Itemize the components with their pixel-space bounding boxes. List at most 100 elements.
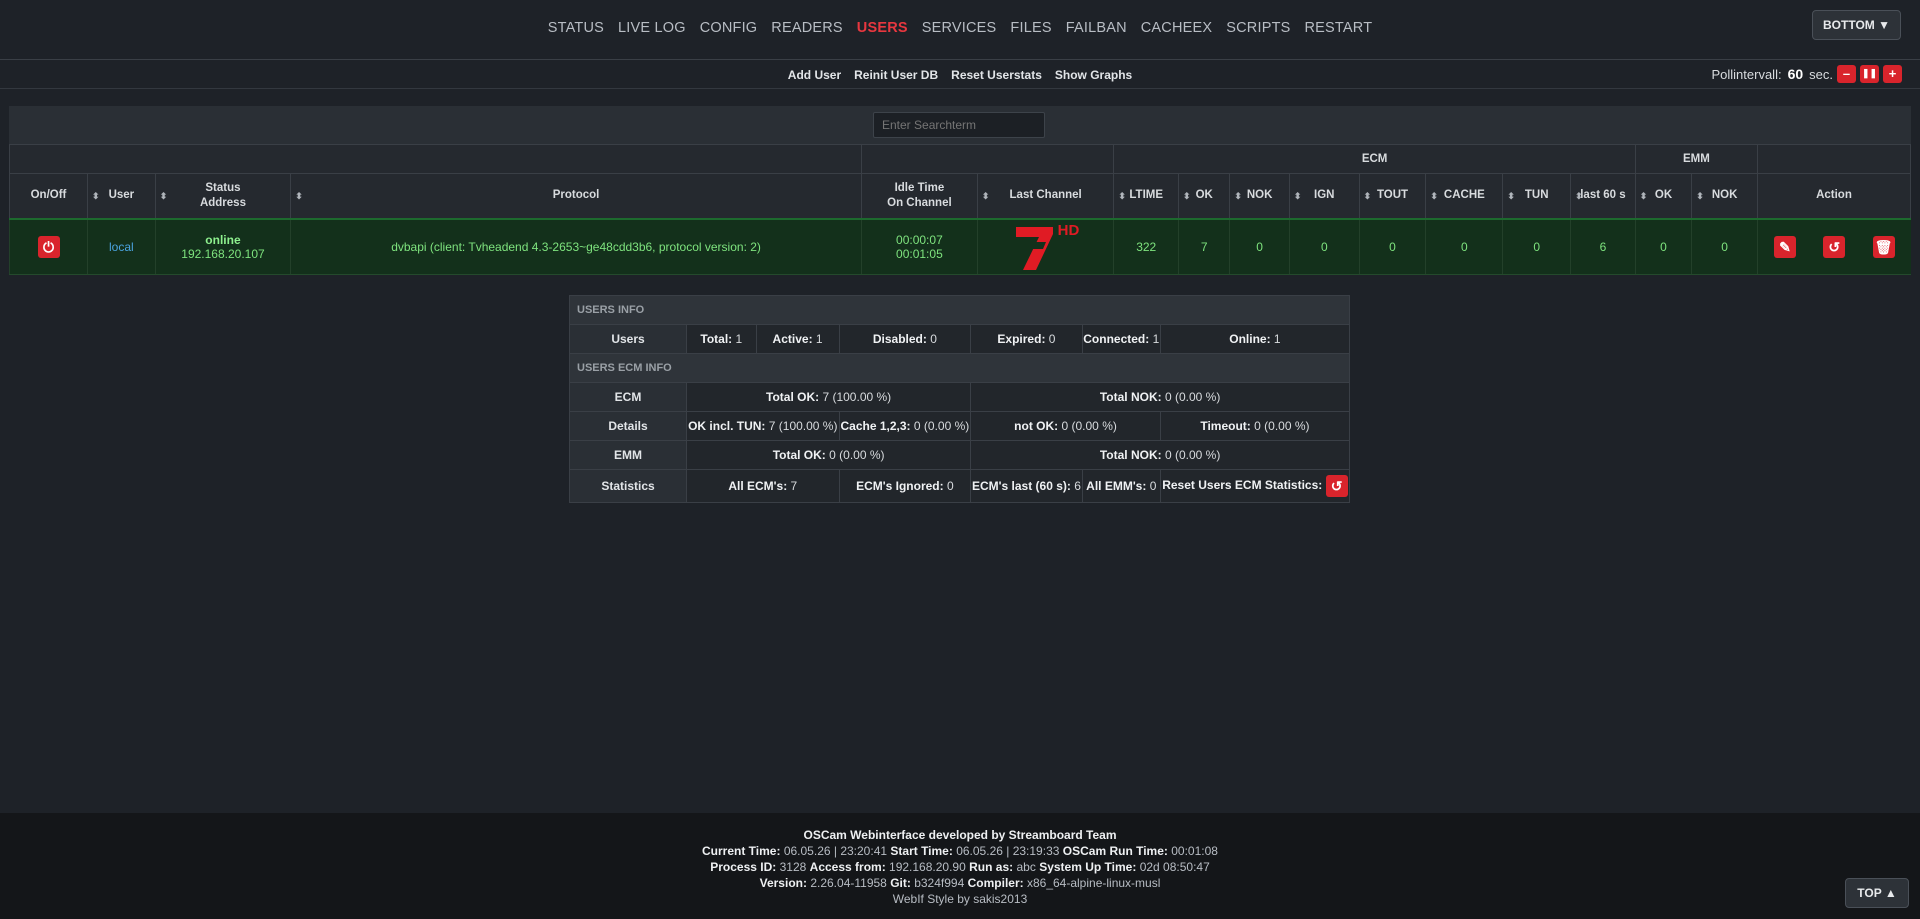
users-expired: Expired: 0 bbox=[970, 324, 1083, 354]
sort-icon[interactable]: ⬍ bbox=[1640, 189, 1648, 204]
emm-total-nok: Total NOK: 0 (0.00 %) bbox=[970, 440, 1350, 470]
menu-live-log[interactable]: LIVE LOG bbox=[611, 20, 693, 36]
tout-cell: 0 bbox=[1358, 217, 1426, 275]
col-ok[interactable]: ⬍ OK bbox=[1178, 173, 1231, 219]
sort-icon[interactable]: ⬍ bbox=[1575, 189, 1583, 204]
ecm-info-title: USERS ECM INFO bbox=[569, 353, 1350, 383]
reset-icon[interactable]: ↺ bbox=[1823, 235, 1846, 258]
col-ltime[interactable]: ⬍ LTIME bbox=[1113, 173, 1180, 219]
poll-decrease-button[interactable]: – bbox=[1837, 65, 1856, 83]
menu-readers[interactable]: READERS bbox=[764, 20, 850, 36]
users-disabled: Disabled: 0 bbox=[838, 324, 972, 354]
col-emm-nok[interactable]: ⬍ NOK bbox=[1691, 173, 1758, 219]
sort-icon[interactable]: ⬍ bbox=[92, 189, 100, 204]
bottom-button[interactable]: BOTTOM ▼ bbox=[1812, 10, 1901, 40]
footer: OSCam Webinterface developed by Streambo… bbox=[0, 813, 1920, 919]
sort-icon[interactable]: ⬍ bbox=[160, 189, 168, 204]
reinit-user-db-link[interactable]: Reinit User DB bbox=[854, 68, 938, 82]
reset-stats-icon[interactable]: ↺ bbox=[1325, 475, 1348, 497]
details-label: Details bbox=[569, 411, 687, 441]
footer-version: Version: 2.26.04-11958 Git: b324f994 Com… bbox=[759, 876, 1161, 890]
emm-label: EMM bbox=[569, 440, 687, 470]
users-info-title: USERS INFO bbox=[569, 295, 1350, 325]
ecm-label: ECM bbox=[569, 382, 687, 412]
col-idle: Idle Time On Channel bbox=[860, 173, 978, 219]
not-ok: not OK: 0 (0.00 %) bbox=[970, 411, 1161, 441]
onoff-cell: ⏻ bbox=[9, 217, 88, 275]
col-emm-ok[interactable]: ⬍ OK bbox=[1634, 173, 1693, 219]
col-lastchannel[interactable]: ⬍ Last Channel bbox=[976, 173, 1115, 219]
edit-icon[interactable]: ✎ bbox=[1773, 235, 1796, 258]
cache-cell: 0 bbox=[1425, 217, 1503, 275]
menu-restart[interactable]: RESTART bbox=[1298, 20, 1380, 36]
col-cache[interactable]: ⬍ CACHE bbox=[1425, 173, 1504, 219]
all-emms: All EMM's: 0 bbox=[1081, 469, 1161, 503]
user-link[interactable]: local bbox=[87, 217, 156, 275]
sort-icon[interactable]: ⬍ bbox=[1507, 189, 1515, 204]
sort-icon[interactable]: ⬍ bbox=[1294, 189, 1302, 204]
col-user[interactable]: ⬍ User bbox=[87, 173, 156, 219]
power-icon[interactable]: ⏻ bbox=[37, 235, 60, 258]
ltime-cell: 322 bbox=[1113, 217, 1179, 275]
footer-times: Current Time: 06.05.26 | 23:20:41 Start … bbox=[702, 844, 1218, 858]
users-active: Active: 1 bbox=[755, 324, 840, 354]
on-channel-time: 00:01:05 bbox=[896, 246, 943, 261]
menu-status[interactable]: STATUS bbox=[541, 20, 611, 36]
users-table: ECM EMM On/Off ⬍ User ⬍ Status Address ⬍ Pro… bbox=[9, 144, 1912, 275]
search-input[interactable] bbox=[873, 112, 1045, 138]
emm-nok-cell: 0 bbox=[1691, 217, 1758, 275]
sort-icon[interactable]: ⬍ bbox=[1696, 189, 1704, 204]
menu-cacheex[interactable]: CACHEEX bbox=[1134, 20, 1220, 36]
sort-icon[interactable]: ⬍ bbox=[295, 189, 303, 204]
sort-icon[interactable]: ⬍ bbox=[982, 189, 990, 204]
last60-cell: 6 bbox=[1570, 217, 1636, 275]
top-navigation: STATUS LIVE LOG CONFIG READERS USERS SER… bbox=[0, 0, 1920, 60]
col-last60[interactable]: ⬍ last 60 s bbox=[1570, 173, 1636, 219]
poll-increase-button[interactable]: + bbox=[1883, 65, 1902, 83]
group-emm: EMM bbox=[1634, 144, 1758, 174]
ign-cell: 0 bbox=[1288, 217, 1360, 275]
reset-userstats-link[interactable]: Reset Userstats bbox=[951, 68, 1042, 82]
ecm-total-ok: Total OK: 7 (100.00 %) bbox=[685, 382, 972, 412]
sort-icon[interactable]: ⬍ bbox=[1430, 189, 1438, 204]
col-action: Action bbox=[1756, 173, 1912, 219]
sort-icon[interactable]: ⬍ bbox=[1118, 189, 1126, 204]
top-button[interactable]: TOP ▲ bbox=[1845, 878, 1909, 908]
show-graphs-link[interactable]: Show Graphs bbox=[1055, 68, 1132, 82]
timeout: Timeout: 0 (0.00 %) bbox=[1159, 411, 1351, 441]
col-tout[interactable]: ⬍ TOUT bbox=[1358, 173, 1427, 219]
user-actions: Add User Reinit User DB Reset Userstats … bbox=[0, 68, 1920, 82]
ok-cell: 7 bbox=[1178, 217, 1230, 275]
statistics-label: Statistics bbox=[569, 469, 687, 503]
main-menu: STATUS LIVE LOG CONFIG READERS USERS SER… bbox=[0, 20, 1920, 36]
sort-icon[interactable]: ⬍ bbox=[1364, 189, 1372, 204]
poll-unit: sec. bbox=[1809, 66, 1833, 82]
add-user-link[interactable]: Add User bbox=[788, 68, 841, 82]
users-info-table: USERS INFO Users Total: 1 Active: 1 Disa… bbox=[569, 295, 1351, 503]
menu-files[interactable]: FILES bbox=[1003, 20, 1058, 36]
client-address: 192.168.20.107 bbox=[181, 246, 265, 261]
ok-incl-tun: OK incl. TUN: 7 (100.00 %) bbox=[686, 411, 840, 441]
action-cell: ✎ ↺ 🗑 bbox=[1756, 217, 1911, 275]
protocol-cell: dvbapi (client: Tvheadend 4.3-2653~ge48c… bbox=[290, 217, 862, 275]
status-cell: online 192.168.20.107 bbox=[154, 217, 291, 275]
poll-pause-button[interactable]: ❚❚ bbox=[1860, 65, 1879, 83]
menu-config[interactable]: CONFIG bbox=[693, 20, 765, 36]
col-protocol[interactable]: ⬍ Protocol bbox=[290, 173, 862, 219]
col-nok[interactable]: ⬍ NOK bbox=[1229, 173, 1290, 219]
channel-logo: HD bbox=[1006, 222, 1086, 272]
col-ign[interactable]: ⬍ IGN bbox=[1288, 173, 1360, 219]
delete-icon[interactable]: 🗑 bbox=[1872, 235, 1895, 258]
poll-interval: Pollintervall: 60 sec. – ❚❚ + bbox=[1711, 65, 1902, 83]
menu-users[interactable]: USERS bbox=[850, 20, 915, 36]
sort-icon[interactable]: ⬍ bbox=[1183, 189, 1191, 204]
col-status[interactable]: ⬍ Status Address bbox=[154, 173, 292, 219]
group-spacer-2 bbox=[860, 144, 1115, 174]
menu-failban[interactable]: FAILBAN bbox=[1059, 20, 1134, 36]
col-tun[interactable]: ⬍ TUN bbox=[1502, 173, 1572, 219]
sort-icon[interactable]: ⬍ bbox=[1234, 189, 1242, 204]
sub-toolbar: Add User Reinit User DB Reset Userstats … bbox=[0, 61, 1920, 89]
menu-scripts[interactable]: SCRIPTS bbox=[1219, 20, 1297, 36]
idle-time: 00:00:07 bbox=[896, 232, 943, 247]
menu-services[interactable]: SERVICES bbox=[915, 20, 1004, 36]
